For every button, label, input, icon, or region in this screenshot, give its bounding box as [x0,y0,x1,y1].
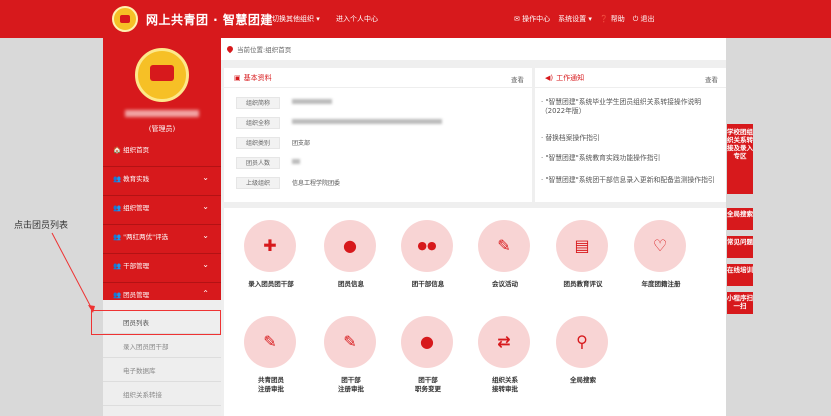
tile-global-search[interactable]: ⚲ 全局搜索 [548,316,618,396]
info-row: 上级组织 信息工程学院团委 [236,176,340,189]
submenu-org-transfer[interactable]: 组织关系转接 [103,382,221,406]
info-row: 组织简称 [236,96,332,109]
tile-org-transfer-approval[interactable]: ⇄ 组织关系 接转审批 [470,316,540,396]
submenu-enter-members[interactable]: 录入团员团干部 [103,334,221,358]
sidebar-item-home[interactable]: 🏠 组织首页 [103,137,221,160]
org-role: (管理员) [148,125,176,133]
sidebar-item-education[interactable]: 👥 教育实践 ⌄ [103,166,221,189]
sidebar: (管理员) 🏠 组织首页 👥 教育实践 ⌄ 👥 组织管理 ⌄ 👥 "两红两优"评… [103,38,221,416]
float-online-training[interactable]: 在线培训 [727,264,753,286]
switch-org-dropdown[interactable]: 切换其他组织 ▾ [272,14,320,24]
notice-item[interactable]: · "智慧团建"系统团干部信息录入更新和配备监测操作指引 [541,176,717,185]
info-row: 团员人数 [236,156,300,169]
site-title: 网上共青团 · 智慧团建 [146,13,273,27]
tile-cadre-registration-approval[interactable]: ✎ 团干部 注册审批 [316,316,386,396]
org-name-redacted [125,110,199,117]
heart-icon: ♡ [634,220,686,272]
logout-link[interactable]: ⏻ 退出 [633,14,655,24]
top-bar: 网上共青团 · 智慧团建 切换其他组织 ▾ 进入个人中心 ✉ 操作中心 系统设置… [0,0,831,38]
user-icon: ● [401,316,453,368]
main-content: 当前位置:组织首页 ▣ 基本资料 查看 组织简称 组织全称 组织类别 团支部 团… [221,38,726,416]
plus-square-icon: ✚ [244,220,296,272]
tile-cadre-info[interactable]: ●● 团干部信息 [393,220,463,300]
id-card-icon: ▣ [234,73,241,82]
basic-info-header: ▣ 基本资料 查看 [224,68,532,88]
notice-item[interactable]: · "智慧团建"系统教育实践功能操作指引 [541,154,717,163]
org-avatar [135,48,189,102]
tile-meeting-activities[interactable]: ✎ 会议活动 [470,220,540,300]
ops-center-link[interactable]: ✉ 操作中心 [514,14,550,24]
help-link[interactable]: ❓ 帮助 [600,14,625,24]
float-faq[interactable]: 常见问题 [727,236,753,258]
tile-annual-registration[interactable]: ♡ 年度团籍注册 [626,220,696,300]
sidebar-item-cadre-management[interactable]: 👥 干部管理 ⌄ [103,253,221,276]
sidebar-item-org-management[interactable]: 👥 组织管理 ⌄ [103,195,221,218]
chevron-up-icon: ⌃ [202,289,209,298]
document-icon: ▤ [556,220,608,272]
redacted-value [292,159,300,164]
tile-cadre-position-change[interactable]: ● 团干部 职务变更 [393,316,463,396]
tile-enter-members[interactable]: ✚ 录入团员团干部 [236,220,306,300]
notice-item[interactable]: · 替换档案操作指引 [541,134,717,143]
edit-icon: ✎ [478,220,530,272]
transfer-icon: ⇄ [478,316,530,368]
chevron-down-icon: ⌄ [202,202,209,211]
redacted-value [292,99,332,104]
tile-member-evaluation[interactable]: ▤ 团员教育评议 [548,220,618,300]
float-mini-program-scan[interactable]: 小程序扫一扫 [727,292,753,314]
info-row: 组织全称 [236,116,442,129]
edit-square-icon: ✎ [324,316,376,368]
annotation-note: 点击团员列表 [14,221,69,231]
search-icon: ⚲ [556,316,608,368]
chevron-down-icon: ⌄ [202,260,209,269]
league-logo-icon [112,6,138,32]
sidebar-item-awards[interactable]: 👥 "两红两优"评选 ⌄ [103,224,221,247]
enter-personal-center-link[interactable]: 进入个人中心 [336,14,378,24]
tile-member-info[interactable]: ● 团员信息 [316,220,386,300]
edit-square-icon: ✎ [244,316,296,368]
top-right-actions: ✉ 操作中心 系统设置 ▾ ❓ 帮助 ⏻ 退出 [514,14,655,24]
chevron-down-icon: ⌄ [202,173,209,182]
users-icon: ●● [401,220,453,272]
work-notice-header: ◀) 工作通知 查看 [535,68,726,88]
float-global-search[interactable]: 全局搜索 [727,208,753,230]
float-school-transfer-zone[interactable]: 学校团组织关系转接及录入专区 [727,124,753,194]
info-row: 组织类别 团支部 [236,136,310,149]
chevron-down-icon: ⌄ [202,231,209,240]
basic-info-card: ▣ 基本资料 查看 组织简称 组织全称 组织类别 团支部 团员人数 上级组织 信… [224,68,532,202]
user-icon: ● [324,220,376,272]
notice-item[interactable]: · "智慧团建"系统毕业学生团员组织关系转接操作说明（2022年版） [541,98,717,116]
annotation-highlight-box [91,310,221,335]
location-pin-icon [225,44,235,54]
breadcrumb: 当前位置:组织首页 [221,38,726,60]
basic-info-view-link[interactable]: 查看 [511,74,524,84]
notice-view-link[interactable]: 查看 [705,74,718,84]
quick-actions-panel: ✚ 录入团员团干部 ● 团员信息 ●● 团干部信息 ✎ 会议活动 ▤ 团员教育评… [224,208,726,416]
tile-member-registration-approval[interactable]: ✎ 共青团员 注册审批 [236,316,306,396]
redacted-value [292,119,442,124]
megaphone-icon: ◀) [545,73,554,82]
work-notice-card: ◀) 工作通知 查看 · "智慧团建"系统毕业学生团员组织关系转接操作说明（20… [535,68,726,202]
submenu-e-database[interactable]: 电子数据库 [103,358,221,382]
system-settings-dropdown[interactable]: 系统设置 ▾ [558,14,592,24]
